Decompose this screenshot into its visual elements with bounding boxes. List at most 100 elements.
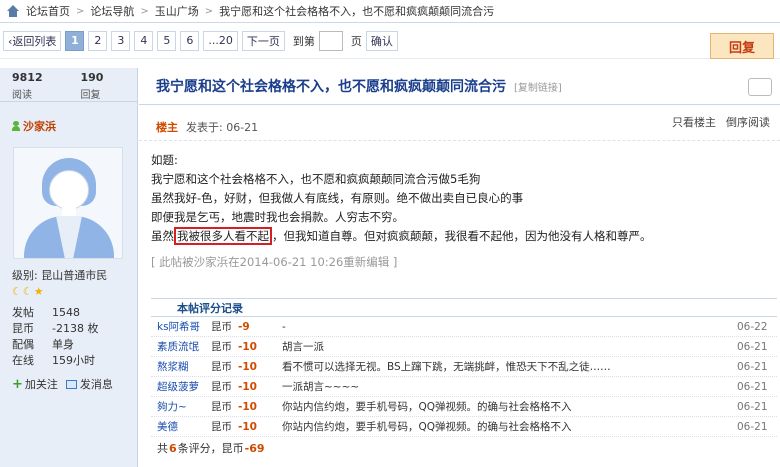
views-label: 阅读 <box>12 90 32 101</box>
replies-count: 190 <box>80 71 104 84</box>
post-view-options: 只看楼主 倒序阅读 <box>672 114 770 130</box>
replies-label: 回复 <box>80 90 101 101</box>
avatar[interactable] <box>13 147 123 259</box>
rating-currency: 昆币 <box>211 401 232 413</box>
rating-date: 06-22 <box>737 320 768 333</box>
rating-date: 06-21 <box>737 360 768 373</box>
toggle-widget[interactable] <box>748 78 772 96</box>
rating-currency: 昆币 <box>211 361 232 373</box>
profile-value: 单身 <box>52 338 74 351</box>
author-sidebar: 9812 阅读 190 回复 沙家浜 级别: 昆山普通市民 ☾☾★ 发帖 1548… <box>0 68 138 467</box>
rating-row: 美德 昆币 -10 你站内信约炮，要手机号码，QQ弹视频。的确与社会格格不入 0… <box>151 417 777 437</box>
breadcrumb-forum-nav[interactable]: 论坛导航 <box>90 3 134 19</box>
rater-name[interactable]: ks阿希哥 <box>151 319 211 334</box>
page-button-last[interactable]: ...20 <box>203 30 238 51</box>
next-page-button[interactable]: 下一页 <box>241 30 285 51</box>
post-line: 如题: <box>151 153 178 167</box>
reverse-order-link[interactable]: 倒序阅读 <box>726 114 770 130</box>
profile-row: 在线 159小时 <box>12 352 137 368</box>
rating-currency: 昆币 <box>211 381 232 393</box>
message-button[interactable]: 发消息 <box>65 376 113 392</box>
only-op-link[interactable]: 只看楼主 <box>672 114 716 130</box>
breadcrumb: 论坛首页 > 论坛导航 > 玉山广场 > 我宁愿和这个社会格格不入，也不愿和疯疯… <box>0 0 780 23</box>
author-name[interactable]: 沙家浜 <box>23 118 56 134</box>
profile-key: 昆币 <box>12 322 34 335</box>
breadcrumb-yushan-square[interactable]: 玉山广场 <box>155 3 199 19</box>
thread-post: 9812 阅读 190 回复 沙家浜 级别: 昆山普通市民 ☾☾★ 发帖 1548… <box>0 68 780 467</box>
rating-value: -9 <box>238 320 250 333</box>
rating-date: 06-21 <box>737 420 768 433</box>
home-icon[interactable] <box>6 5 20 17</box>
rating-record: 本帖评分记录 ks阿希哥 昆币 -9 - 06-22 素质流氓 昆币 -10 胡… <box>151 298 777 459</box>
rating-summary-mid: 条评分，昆币 <box>177 442 244 455</box>
copy-link-button[interactable]: [复制链接] <box>514 79 562 94</box>
breadcrumb-forum-home[interactable]: 论坛首页 <box>26 3 70 19</box>
rating-date: 06-21 <box>737 340 768 353</box>
rater-name[interactable]: 美德 <box>151 419 211 434</box>
profile-value: -2138 枚 <box>52 322 99 335</box>
views-count: 9812 <box>12 71 43 84</box>
profile-key: 在线 <box>12 354 34 367</box>
rater-name[interactable]: 素质流氓 <box>151 339 211 354</box>
rating-reason: 看不惯可以选择无视。BS上蹿下跳，无端挑衅，惟恐天下不乱之徒…… <box>282 361 611 373</box>
breadcrumb-current-thread: 我宁愿和这个社会格格不入，也不愿和疯疯颠颠同流合污 <box>219 5 495 18</box>
page-button-4[interactable]: 4 <box>134 30 154 51</box>
rating-value: -10 <box>238 380 257 393</box>
rating-reason: 胡言一派 <box>282 341 324 353</box>
views-stat: 9812 阅读 <box>0 68 69 101</box>
post-title: 我宁愿和这个社会格格不入，也不愿和疯疯颠颠同流合污 <box>156 79 506 95</box>
page-button-5[interactable]: 5 <box>157 30 177 51</box>
rating-row: 夠力~ 昆币 -10 你站内信约炮，要手机号码，QQ弹视频。的确与社会格格不入 … <box>151 397 777 417</box>
rating-date: 06-21 <box>737 400 768 413</box>
post-line-last: 虽然 我被很多人看不起 ，但我知道自尊。但对疯疯颠颠，我很看不起他，因为他没有人格和… <box>151 227 780 246</box>
profile-key: 发帖 <box>12 306 34 319</box>
online-status-icon <box>12 121 20 131</box>
profile-value: 159小时 <box>52 354 95 367</box>
post-title-row: 我宁愿和这个社会格格不入，也不愿和疯疯颠颠同流合污 [复制链接] <box>139 68 780 105</box>
rating-row: 超级菠萝 昆币 -10 一派胡言~~~~ 06-21 <box>151 377 777 397</box>
user-profile: 发帖 1548 昆币 -2138 枚 配偶 单身 在线 159小时 <box>12 304 137 368</box>
rating-value: -10 <box>238 340 257 353</box>
rating-title: 本帖评分记录 <box>151 299 777 317</box>
message-label: 发消息 <box>79 378 113 391</box>
post-date: 发表于: 06-21 <box>186 120 259 134</box>
post-line: 我宁愿和这个社会格格不入，也不愿和疯疯颠颠同流合污做5毛狗 <box>151 172 481 186</box>
rating-value: -10 <box>238 420 257 433</box>
message-icon <box>65 379 77 389</box>
rating-value: -10 <box>238 400 257 413</box>
goto-confirm-button[interactable]: 确认 <box>365 30 398 51</box>
goto-label: 到第 <box>292 34 315 48</box>
rating-row: 素质流氓 昆币 -10 胡言一派 06-21 <box>151 337 777 357</box>
rating-summary-pre: 共 <box>157 442 168 455</box>
rating-value: -10 <box>238 360 257 373</box>
page-button-3[interactable]: 3 <box>111 30 131 51</box>
reply-button[interactable]: 回复 <box>710 33 774 59</box>
replies-stat: 190 回复 <box>69 68 138 101</box>
plus-icon: + <box>12 376 23 392</box>
rating-currency: 昆币 <box>211 341 232 353</box>
rater-name[interactable]: 熬浆糊 <box>151 359 211 374</box>
rater-name[interactable]: 夠力~ <box>151 399 211 414</box>
rating-currency: 昆币 <box>211 421 232 433</box>
page-button-6[interactable]: 6 <box>180 30 200 51</box>
back-to-list-button[interactable]: ‹返回列表 <box>3 30 62 51</box>
page-button-1[interactable]: 1 <box>65 30 85 51</box>
breadcrumb-separator: > <box>140 5 149 17</box>
rating-currency: 昆币 <box>211 321 232 333</box>
breadcrumb-separator: > <box>76 5 85 17</box>
level-stars-icon: ☾☾★ <box>12 285 45 298</box>
profile-key: 配偶 <box>12 338 34 351</box>
follow-button[interactable]: + 加关注 <box>12 376 58 392</box>
goto-page-input[interactable] <box>318 30 343 51</box>
edit-note: [ 此帖被沙家浜在2014-06-21 10:26重新编辑 ] <box>151 255 398 269</box>
post-text: 虽然 <box>151 229 174 243</box>
page-button-2[interactable]: 2 <box>88 30 108 51</box>
rater-name[interactable]: 超级菠萝 <box>151 379 211 394</box>
rating-total: -69 <box>244 441 265 455</box>
author-name-row: 沙家浜 <box>12 118 137 134</box>
follow-label: 加关注 <box>24 378 58 391</box>
page-unit-label: 页 <box>350 34 362 48</box>
highlighted-text: 我被很多人看不起 <box>174 227 272 245</box>
profile-row: 发帖 1548 <box>12 304 137 320</box>
pagination-bar: ‹返回列表 1 2 3 4 5 6 ...20 下一页 到第 页 确认 <box>0 23 780 59</box>
